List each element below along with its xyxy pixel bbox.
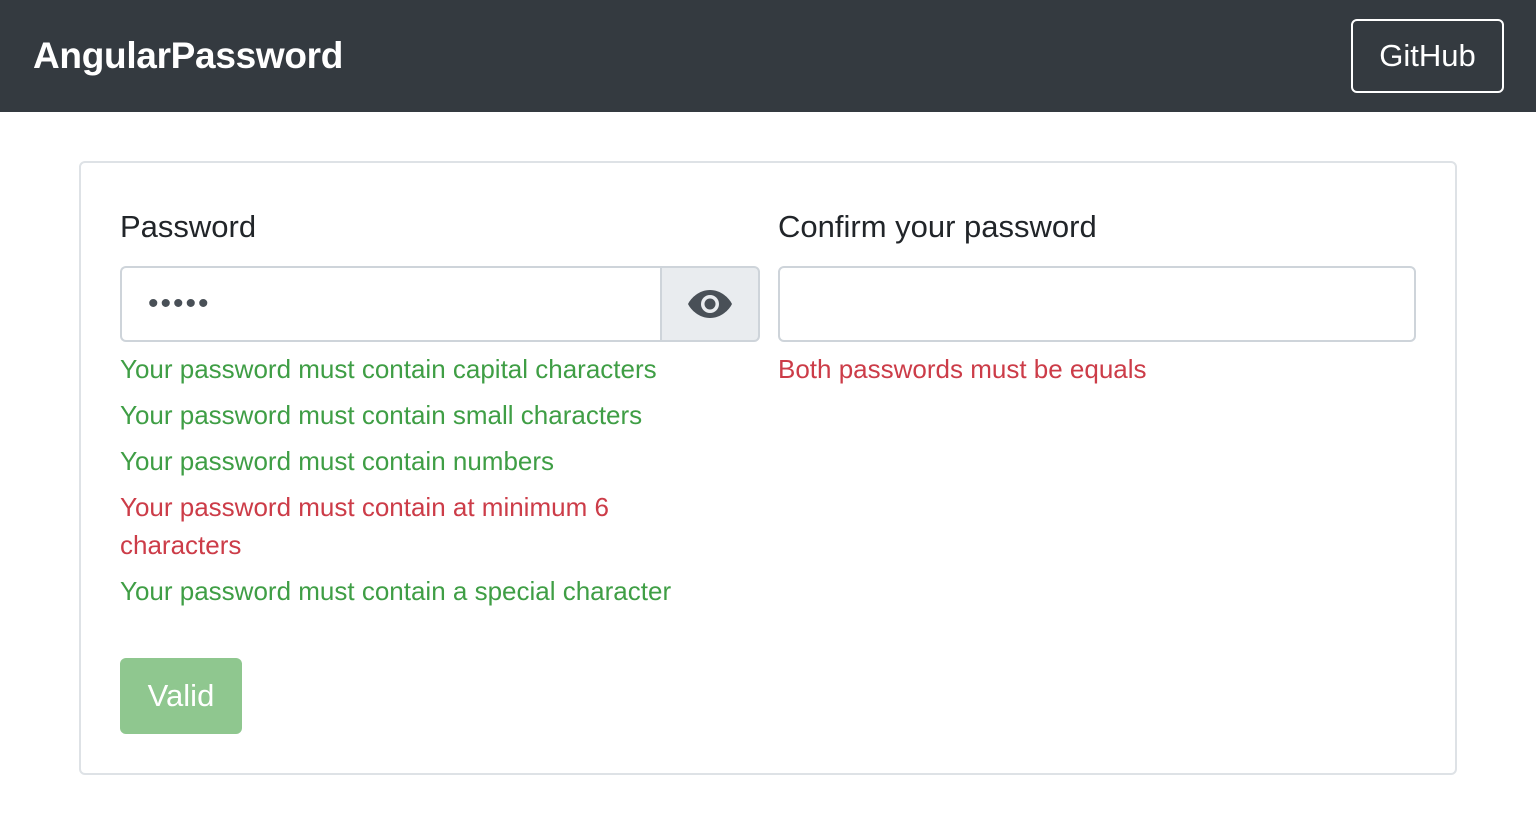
github-button[interactable]: GitHub <box>1351 19 1504 93</box>
password-input[interactable]: ••••• <box>120 266 660 342</box>
password-label: Password <box>120 209 257 244</box>
confirm-rule-equal: Both passwords must be equals <box>778 354 1147 384</box>
eye-icon <box>688 290 732 318</box>
confirm-password-input[interactable] <box>778 266 1416 342</box>
brand-title[interactable]: AngularPassword <box>33 33 343 79</box>
password-rule-min-length: Your password must contain at minimum 6 … <box>120 492 609 560</box>
password-rule-capital: Your password must contain capital chara… <box>120 354 657 384</box>
password-rule-special: Your password must contain a special cha… <box>120 576 672 606</box>
password-rule-small: Your password must contain small charact… <box>120 400 643 430</box>
valid-submit-button[interactable]: Valid <box>120 658 242 734</box>
password-rule-numbers: Your password must contain numbers <box>120 446 555 476</box>
confirm-password-label: Confirm your password <box>778 209 1097 244</box>
navbar: AngularPassword GitHub <box>0 0 1536 112</box>
toggle-password-visibility-button[interactable] <box>660 266 760 342</box>
